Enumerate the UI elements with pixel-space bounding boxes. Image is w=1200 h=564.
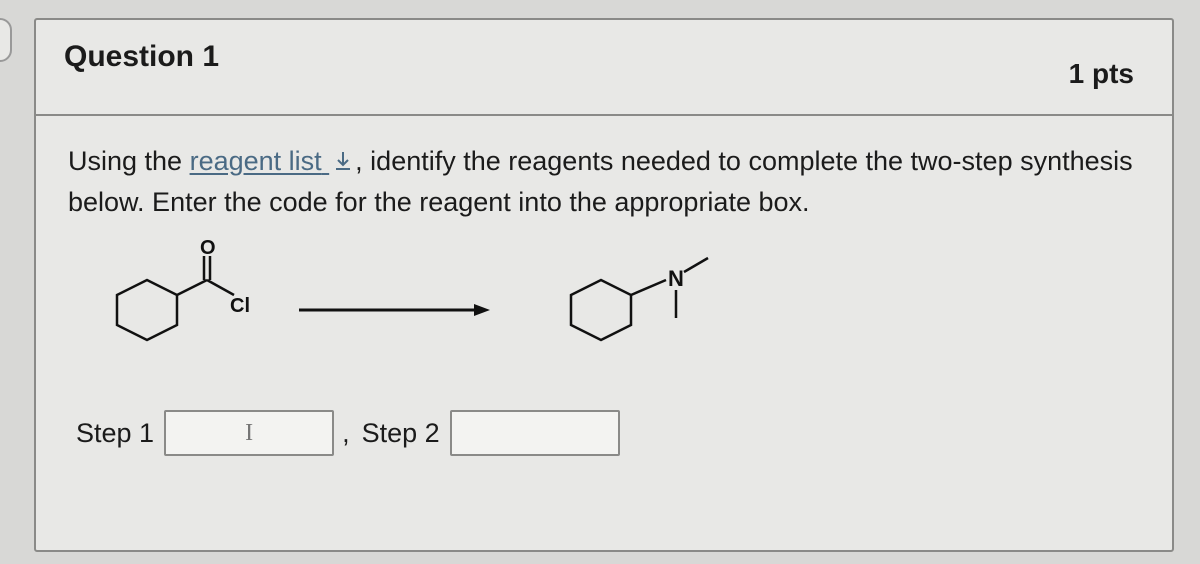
reagent-list-link-text: reagent list (190, 146, 322, 176)
answer-inputs-row: Step 1 , Step 2 (68, 410, 1140, 456)
page-indicator-tab (0, 18, 12, 62)
step2-label: Step 2 (362, 418, 440, 449)
question-card: Question 1 1 pts Using the reagent list … (34, 18, 1174, 552)
question-body: Using the reagent list , identify the re… (36, 116, 1172, 476)
prompt-prefix: Using the (68, 146, 190, 176)
step2-input[interactable] (450, 410, 620, 456)
reagent-list-link[interactable]: reagent list (190, 146, 356, 176)
chlorine-label: Cl (230, 295, 250, 317)
download-icon (333, 144, 353, 183)
question-header: Question 1 1 pts (36, 20, 1172, 116)
question-title: Question 1 (64, 40, 219, 74)
reaction-scheme: O Cl N (68, 240, 1140, 380)
reaction-arrow-icon (294, 290, 494, 330)
separator-comma: , (342, 418, 350, 449)
starting-material-structure: O Cl (72, 240, 262, 380)
step1-input[interactable] (164, 410, 334, 456)
question-prompt: Using the reagent list , identify the re… (68, 142, 1140, 222)
nitrogen-label: N (668, 266, 684, 291)
step1-label: Step 1 (76, 418, 154, 449)
product-structure: N (526, 240, 746, 380)
question-points: 1 pts (1069, 40, 1144, 90)
oxygen-label: O (200, 240, 216, 259)
